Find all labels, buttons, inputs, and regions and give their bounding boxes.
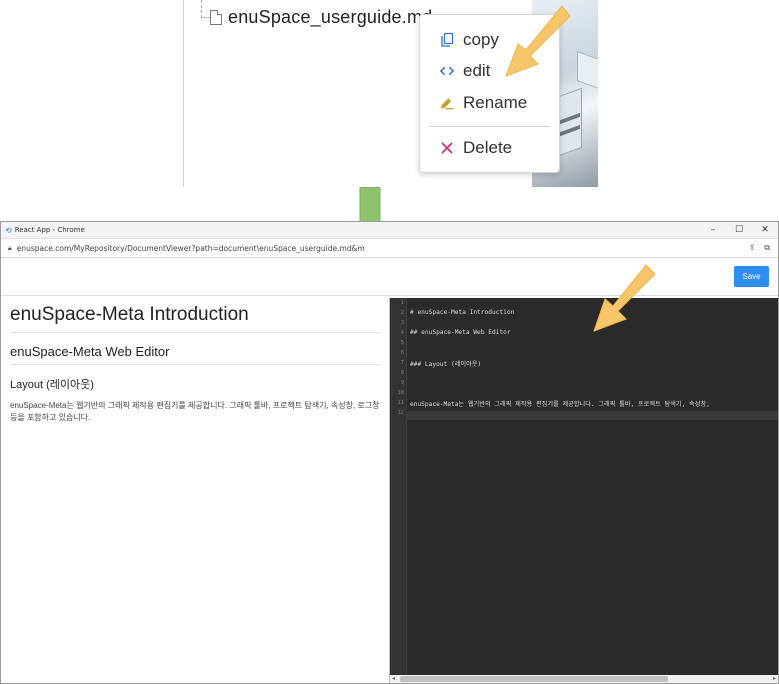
line-number-gutter: 1 2 3 4 5 6 7 8 9 10 11 12 xyxy=(390,298,407,683)
line-number: 5 xyxy=(400,340,404,346)
menu-item-label: edit xyxy=(463,61,491,80)
preview-heading-1: enuSpace-Meta Introduction xyxy=(10,304,380,333)
share-icon[interactable]: ⇪ xyxy=(749,243,756,253)
menu-item-label: Rename xyxy=(463,93,528,112)
menu-item-label: copy xyxy=(463,30,499,49)
line-number: 6 xyxy=(400,350,404,356)
line-number: 9 xyxy=(400,380,404,386)
menu-item-delete[interactable]: Delete xyxy=(420,133,559,163)
annotation-arrow-editor xyxy=(593,264,656,332)
line-number: 7 xyxy=(400,360,404,366)
save-button[interactable]: Save xyxy=(734,266,769,287)
lock-icon: 🔒︎ xyxy=(8,243,12,252)
scroll-right-icon[interactable]: ▸ xyxy=(773,675,776,682)
code-line[interactable]: ### Layout (레이아웃) xyxy=(410,359,481,368)
code-line[interactable]: enuSpace-Meta는 웹기반의 그래픽 제작용 편집기를 제공합니다. … xyxy=(410,399,710,408)
line-number: 12 xyxy=(397,410,404,416)
pencil-icon xyxy=(440,97,454,110)
line-number: 10 xyxy=(397,390,404,396)
line-number: 3 xyxy=(400,320,404,326)
preview-heading-2: enuSpace-Meta Web Editor xyxy=(10,344,380,365)
file-icon xyxy=(210,10,222,25)
address-bar[interactable]: 🔒︎ enuspace.com/MyRepository/DocumentVie… xyxy=(1,239,778,258)
markdown-preview: enuSpace-Meta Introduction enuSpace-Meta… xyxy=(1,298,390,683)
menu-item-label: Delete xyxy=(463,138,513,157)
code-icon xyxy=(440,66,454,76)
preview-heading-3: Layout (레이아웃) xyxy=(10,379,94,391)
window-titlebar: ⟲ React App - Chrome – ☐ ✕ xyxy=(1,222,778,239)
line-number: 2 xyxy=(400,310,404,316)
line-number: 11 xyxy=(397,400,404,406)
url-text[interactable]: enuspace.com/MyRepository/DocumentViewer… xyxy=(17,244,365,253)
minimize-icon[interactable]: – xyxy=(700,225,726,235)
current-line-highlight xyxy=(407,411,778,420)
menu-divider xyxy=(429,126,550,127)
annotation-arrow-edit xyxy=(505,5,571,77)
page-toolbar: Save xyxy=(1,258,778,296)
code-line[interactable]: # enuSpace-Meta Introduction xyxy=(410,309,514,316)
preview-paragraph: enuSpace-Meta는 웹기반의 그래픽 제작용 편집기를 제공합니다. … xyxy=(10,401,380,422)
line-number: 1 xyxy=(400,300,404,306)
file-tree-item[interactable]: enuSpace_userguide.md xyxy=(210,7,432,28)
code-line[interactable]: ## enuSpace-Meta Web Editor xyxy=(410,329,511,336)
browser-window: ⟲ React App - Chrome – ☐ ✕ 🔒︎ enuspace.c… xyxy=(0,221,779,684)
menu-item-rename[interactable]: Rename xyxy=(420,88,559,118)
line-number: 8 xyxy=(400,370,404,376)
file-name: enuSpace_userguide.md xyxy=(228,7,433,27)
code-editor[interactable]: 1 2 3 4 5 6 7 8 9 10 11 12 # enuSpace-Me… xyxy=(390,298,778,683)
scrollbar-thumb[interactable] xyxy=(400,676,668,682)
close-window-icon[interactable]: ✕ xyxy=(752,225,778,235)
document-viewer: enuSpace-Meta Introduction enuSpace-Meta… xyxy=(1,298,778,683)
horizontal-scrollbar[interactable]: ◂ ▸ xyxy=(390,675,778,683)
line-number: 4 xyxy=(400,330,404,336)
close-icon xyxy=(440,142,454,154)
copy-icon xyxy=(440,33,454,47)
scroll-left-icon[interactable]: ◂ xyxy=(392,675,395,682)
window-title: React App - Chrome xyxy=(14,226,85,234)
maximize-icon[interactable]: ☐ xyxy=(726,225,752,235)
app-logo-icon: ⟲ xyxy=(5,225,12,235)
translate-icon[interactable]: ⧉ xyxy=(764,243,770,253)
